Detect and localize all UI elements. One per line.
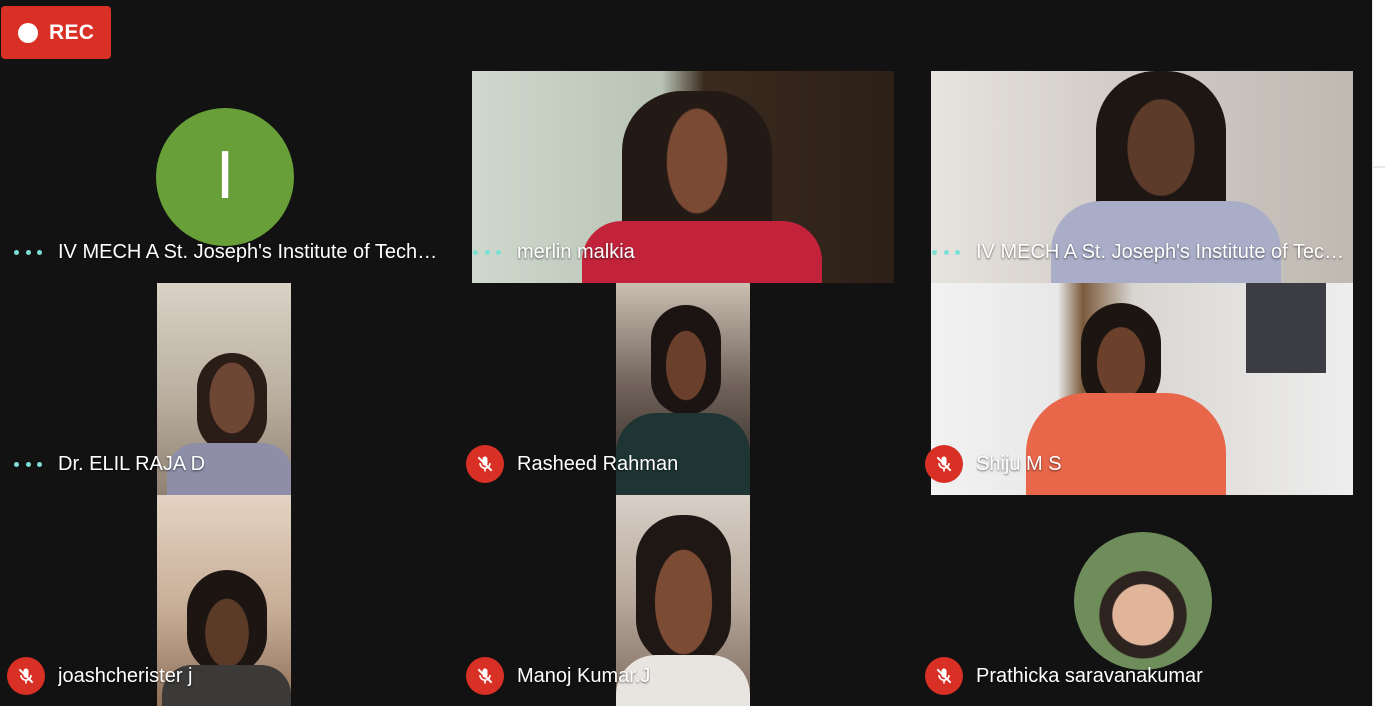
more-options-icon[interactable]: [14, 242, 42, 262]
meeting-grid: REC I IV MECH A St. Joseph's Institute o…: [0, 0, 1372, 706]
participant-tile-7[interactable]: joashcherister j: [0, 495, 454, 706]
participant-name: joashcherister j: [58, 664, 193, 687]
avatar: I: [156, 108, 294, 246]
participant-name: IV MECH A St. Joseph's Institute of Tech…: [976, 240, 1354, 263]
nameplate: joashcherister j: [0, 656, 454, 696]
more-options-icon[interactable]: [473, 242, 501, 262]
more-options-icon[interactable]: [14, 454, 42, 474]
participant-name: Rasheed Rahman: [517, 452, 679, 475]
recording-indicator: REC: [1, 6, 111, 59]
participant-name: Shiju M S: [976, 452, 1062, 475]
nameplate: Rasheed Rahman: [454, 444, 913, 484]
record-dot-icon: [18, 22, 38, 43]
mic-off-icon: [7, 657, 45, 695]
nameplate: IV MECH A St. Joseph's Institute of Tech…: [0, 232, 454, 272]
mic-off-icon: [466, 445, 504, 483]
participant-tile-3[interactable]: IV MECH A St. Joseph's Institute of Tech…: [913, 71, 1372, 283]
participant-name: IV MECH A St. Joseph's Institute of Tech…: [58, 240, 438, 263]
participant-tile-2[interactable]: merlin malkia: [454, 71, 913, 283]
participant-tile-1[interactable]: I IV MECH A St. Joseph's Institute of Te…: [0, 71, 454, 283]
participant-tile-8[interactable]: Manoj Kumar.J: [454, 495, 913, 706]
participant-name: Manoj Kumar.J: [517, 664, 651, 687]
participant-name: Dr. ELIL RAJA D: [58, 452, 206, 475]
recording-label: REC: [49, 20, 95, 44]
nameplate: Shiju M S: [913, 444, 1372, 484]
participant-tile-4[interactable]: Dr. ELIL RAJA D: [0, 283, 454, 495]
nameplate: Prathicka saravanakumar: [913, 656, 1372, 696]
nameplate: merlin malkia: [454, 232, 913, 272]
participant-tile-5[interactable]: Rasheed Rahman: [454, 283, 913, 495]
avatar: [1074, 532, 1212, 670]
mic-off-icon: [925, 445, 963, 483]
participant-name: Prathicka saravanakumar: [976, 664, 1203, 687]
side-panel-edge: [1372, 0, 1385, 706]
nameplate: Dr. ELIL RAJA D: [0, 444, 454, 484]
nameplate: Manoj Kumar.J: [454, 656, 913, 696]
participant-name: merlin malkia: [517, 240, 635, 263]
divider: [1373, 166, 1385, 168]
mic-off-icon: [466, 657, 504, 695]
more-options-icon[interactable]: [932, 242, 960, 262]
nameplate: IV MECH A St. Joseph's Institute of Tech…: [913, 232, 1372, 272]
mic-off-icon: [925, 657, 963, 695]
participant-tile-9[interactable]: Prathicka saravanakumar: [913, 495, 1372, 706]
participant-tile-6[interactable]: Shiju M S: [913, 283, 1372, 495]
